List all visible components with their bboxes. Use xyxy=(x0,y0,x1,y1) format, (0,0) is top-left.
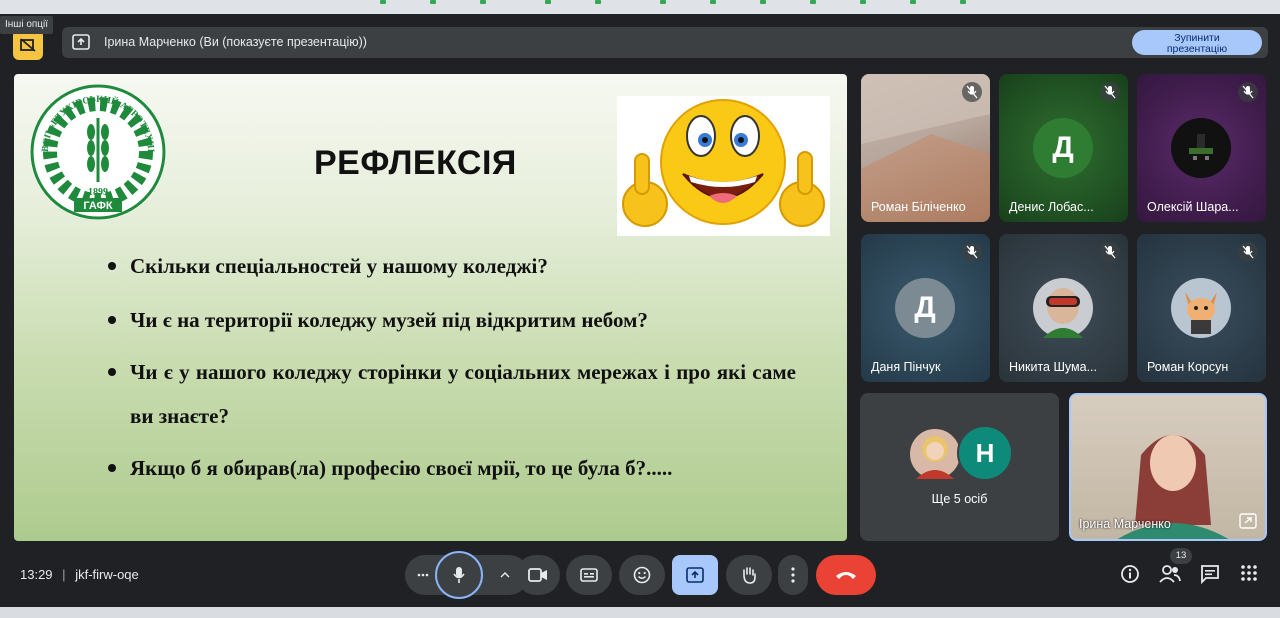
other-options-tooltip: Інші опції xyxy=(0,16,54,34)
os-taskbar-strip xyxy=(0,607,1280,618)
present-now-button[interactable] xyxy=(672,555,718,595)
meeting-code: jkf-firw-oqe xyxy=(75,567,139,582)
no-video-icon xyxy=(20,38,36,52)
avatar-initial: Д xyxy=(1052,131,1074,164)
participant-tile[interactable]: Д Денис Лобас... xyxy=(999,74,1128,222)
activities-button[interactable] xyxy=(1240,564,1262,586)
woman-avatar-icon xyxy=(916,436,954,479)
slide-title: РЕФЛЕКСІЯ xyxy=(314,144,517,182)
captions-icon xyxy=(580,568,598,582)
participant-tile[interactable]: Роман Корсун xyxy=(1137,234,1266,382)
avatar: Д xyxy=(1033,118,1093,178)
college-logo: ВСП «ГЛУХІВСЬКИЙ АГРОТЕХНІЧНИЙ ФАХОВИЙ К… xyxy=(28,82,166,220)
chat-button[interactable] xyxy=(1200,564,1222,586)
participant-tile[interactable]: Олексій Шара... xyxy=(1137,74,1266,222)
self-video-tile[interactable]: Ірина Марченко xyxy=(1069,393,1267,541)
mic-off-icon xyxy=(1242,85,1254,99)
meeting-details-button[interactable] xyxy=(1120,564,1142,586)
smiley-image xyxy=(617,96,830,236)
presentation-options-button[interactable] xyxy=(13,30,43,60)
participant-name: Даня Пінчук xyxy=(871,360,941,374)
meeting-controls-bar: 13:29 | jkf-firw-oqe 13 xyxy=(0,548,1280,604)
mic-off-icon xyxy=(1242,245,1254,259)
mic-off-icon xyxy=(966,245,978,259)
more-dots-icon xyxy=(417,573,429,577)
leave-call-button[interactable] xyxy=(816,555,876,595)
cartoon-fox-avatar-icon xyxy=(1185,292,1217,334)
camera-button[interactable] xyxy=(516,555,560,595)
emoji-icon xyxy=(633,566,651,584)
avatar-initial: Д xyxy=(914,291,936,324)
mic-muted-indicator xyxy=(1238,82,1258,102)
people-button[interactable] xyxy=(1159,564,1181,586)
mic-muted-indicator xyxy=(1100,82,1120,102)
chat-icon xyxy=(1201,565,1219,584)
goggles-avatar-icon xyxy=(1043,288,1083,338)
avatar xyxy=(908,427,962,481)
mic-off-icon xyxy=(1104,85,1116,99)
participant-name: Олексій Шара... xyxy=(1147,200,1239,214)
avatar xyxy=(1171,278,1231,338)
logo-year: 1899 xyxy=(88,187,108,198)
participant-tile[interactable]: Роман Біліченко xyxy=(861,74,990,222)
people-icon xyxy=(1159,565,1181,583)
self-name: Ірина Марченко xyxy=(1079,517,1171,531)
microphone-icon xyxy=(453,567,465,583)
slide-bullet: Чи є на території коледжу музей під відк… xyxy=(106,298,796,342)
avatar-initial: Н xyxy=(957,425,1013,481)
participant-name: Роман Корсун xyxy=(1147,360,1229,374)
participant-tile[interactable]: Никита Шума... xyxy=(999,234,1128,382)
presenting-status-text: Ірина Марченко (Ви (показуєте презентаці… xyxy=(104,35,367,49)
more-vertical-icon xyxy=(791,567,795,583)
mic-off-icon xyxy=(966,85,978,99)
stop-presenting-button[interactable]: Зупинити презентацію xyxy=(1132,30,1262,55)
mic-off-icon xyxy=(1104,245,1116,259)
raise-hand-button[interactable] xyxy=(726,555,772,595)
presentation-slide: ВСП «ГЛУХІВСЬКИЙ АГРОТЕХНІЧНИЙ ФАХОВИЙ К… xyxy=(14,74,847,541)
stop-presenting-label-2: презентацію xyxy=(1166,42,1228,55)
meeting-time: 13:29 xyxy=(20,567,53,582)
mic-muted-indicator xyxy=(962,82,982,102)
mic-muted-indicator xyxy=(962,242,982,262)
microphone-button[interactable] xyxy=(435,551,483,599)
slide-bullet: Скільки спеціальностей у нашому коледжі? xyxy=(106,244,796,288)
meeting-info: 13:29 | jkf-firw-oqe xyxy=(20,567,139,582)
pip-icon[interactable] xyxy=(1239,513,1257,529)
more-participants-tile[interactable]: Н Ще 5 осіб xyxy=(860,393,1059,541)
reactions-button[interactable] xyxy=(619,555,665,595)
avatar: Д xyxy=(895,278,955,338)
presenting-bar: Ірина Марченко (Ви (показуєте презентаці… xyxy=(62,27,1268,58)
chevron-up-icon xyxy=(500,572,510,578)
logo-abbr: ГАФК xyxy=(83,200,113,212)
meet-window: Інші опції Ірина Марченко (Ви (показуєте… xyxy=(0,0,1280,618)
slide-bullet: Якщо б я обирав(ла) професію своєї мрії,… xyxy=(106,446,796,490)
hand-icon xyxy=(743,567,756,584)
mic-muted-indicator xyxy=(1238,242,1258,262)
avatar xyxy=(1171,118,1231,178)
info-icon xyxy=(1121,565,1139,583)
slide-bullet: Чи є у нашого коледжу сторінки у соціаль… xyxy=(106,350,796,438)
hang-up-icon xyxy=(836,572,856,579)
present-screen-icon xyxy=(686,567,704,583)
participant-name: Роман Біліченко xyxy=(871,200,966,214)
minecraft-avatar-icon xyxy=(1189,134,1213,160)
slide-bullet-list: Скільки спеціальностей у нашому коледжі?… xyxy=(106,244,796,490)
people-count-badge: 13 xyxy=(1170,548,1192,564)
participant-name: Никита Шума... xyxy=(1009,360,1098,374)
thumbs-up-smiley-icon xyxy=(622,99,825,227)
participant-name: Денис Лобас... xyxy=(1009,200,1094,214)
grid-icon xyxy=(1241,565,1257,581)
camera-icon xyxy=(528,568,547,582)
avatar xyxy=(1033,278,1093,338)
participant-tile[interactable]: Д Даня Пінчук xyxy=(861,234,990,382)
present-screen-icon xyxy=(72,34,90,50)
stop-presenting-label-1: Зупинити xyxy=(1174,31,1220,44)
captions-button[interactable] xyxy=(566,555,612,595)
mic-muted-indicator xyxy=(1100,242,1120,262)
more-participants-label: Ще 5 осіб xyxy=(931,492,988,506)
more-options-button[interactable] xyxy=(778,555,808,595)
browser-bookmark-strip xyxy=(0,0,1280,14)
